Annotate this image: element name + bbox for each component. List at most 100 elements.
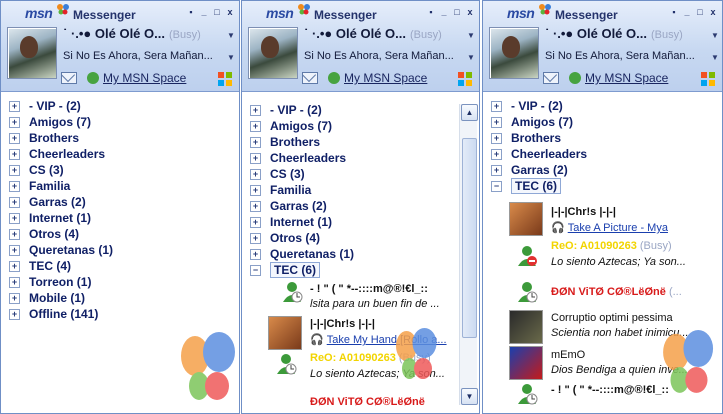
expand-icon[interactable]: + <box>491 100 502 112</box>
group-vip[interactable]: + - VIP - (2) <box>491 98 563 114</box>
display-name[interactable]: ˙ ·.•● Olé Olé O... (Busy) <box>545 26 683 41</box>
group-internet[interactable]: + Internet (1) <box>250 214 332 230</box>
collapse-icon[interactable]: − <box>491 180 502 192</box>
group-cs[interactable]: + CS (3) <box>250 166 305 182</box>
group-familia[interactable]: + Familia <box>9 178 70 194</box>
contact-row[interactable]: ÐØN ViTØ CØ®LëØnë <box>310 396 425 408</box>
group-cheerleaders[interactable]: + Cheerleaders <box>9 146 105 162</box>
expand-icon[interactable]: + <box>9 148 20 160</box>
personal-message[interactable]: Si No Es Ahora, Sera Mañan... <box>63 50 213 62</box>
message-dropdown-icon[interactable]: ▼ <box>467 53 475 62</box>
close-button[interactable]: x <box>465 7 475 17</box>
expand-icon[interactable]: + <box>9 260 20 272</box>
contact-row[interactable]: |-|-|Chr!s |-|-| <box>310 318 375 330</box>
expand-icon[interactable]: + <box>250 168 261 180</box>
expand-icon[interactable]: + <box>9 292 20 304</box>
status-dropdown-icon[interactable]: ▼ <box>711 31 719 40</box>
expand-icon[interactable]: + <box>9 132 20 144</box>
contact-row[interactable]: Corruptio optimi pessima <box>551 312 673 324</box>
maximize-button[interactable]: □ <box>452 7 462 17</box>
expand-icon[interactable]: + <box>9 196 20 208</box>
expand-icon[interactable]: + <box>9 100 20 112</box>
expand-icon[interactable]: + <box>250 232 261 244</box>
minimize-button[interactable]: _ <box>439 7 449 17</box>
expand-icon[interactable]: + <box>9 276 20 288</box>
contact-row[interactable]: mEmO <box>551 349 585 361</box>
group-queretanas[interactable]: + Queretanas (1) <box>9 242 113 258</box>
group-tec-expanded[interactable]: − TEC (6) <box>250 262 320 278</box>
expand-icon[interactable]: + <box>250 216 261 228</box>
expand-icon[interactable]: + <box>9 212 20 224</box>
expand-icon[interactable]: + <box>250 152 261 164</box>
expand-icon[interactable]: + <box>9 164 20 176</box>
scroll-thumb[interactable] <box>462 138 477 338</box>
group-vip[interactable]: + - VIP - (2) <box>250 102 322 118</box>
personal-message[interactable]: Si No Es Ahora, Sera Mañan... <box>545 50 695 62</box>
maximize-button[interactable]: □ <box>695 7 705 17</box>
expand-icon[interactable]: + <box>9 180 20 192</box>
my-space-link[interactable]: My MSN Space <box>569 71 668 85</box>
status-dropdown-icon[interactable]: ▼ <box>227 31 235 40</box>
group-garras[interactable]: + Garras (2) <box>250 198 327 214</box>
expand-icon[interactable]: + <box>250 104 261 116</box>
expand-icon[interactable]: + <box>491 132 502 144</box>
group-cheerleaders[interactable]: + Cheerleaders <box>250 150 346 166</box>
display-name[interactable]: ˙ ·.•● Olé Olé O... (Busy) <box>63 26 201 41</box>
expand-icon[interactable]: + <box>491 164 502 176</box>
expand-icon[interactable]: + <box>9 244 20 256</box>
expand-icon[interactable]: + <box>250 200 261 212</box>
status-dropdown-icon[interactable]: ▼ <box>467 31 475 40</box>
scroll-down-button[interactable]: ▼ <box>461 388 478 405</box>
display-name[interactable]: ˙ ·.•● Olé Olé O... (Busy) <box>304 26 442 41</box>
contact-row[interactable]: |-|-|Chr!s |-|-| <box>551 206 616 218</box>
expand-icon[interactable]: + <box>491 148 502 160</box>
scrollbar[interactable]: ▲ ▼ <box>459 104 478 405</box>
contact-display-picture[interactable] <box>509 346 543 380</box>
contact-row[interactable]: ÐØN ViTØ CØ®LëØnë (... <box>551 286 682 298</box>
group-offline[interactable]: + Offline (141) <box>9 306 98 322</box>
close-button[interactable]: x <box>708 7 718 17</box>
maximize-button[interactable]: □ <box>212 7 222 17</box>
contact-row[interactable]: - ! " ( " *--::::m@®!€l_:: <box>551 384 669 396</box>
group-brothers[interactable]: + Brothers <box>250 134 320 150</box>
message-dropdown-icon[interactable]: ▼ <box>227 53 235 62</box>
menu-button[interactable]: ▪ <box>426 7 436 17</box>
expand-icon[interactable]: + <box>250 248 261 260</box>
group-tec[interactable]: + TEC (4) <box>9 258 71 274</box>
group-tec-expanded[interactable]: − TEC (6) <box>491 178 561 194</box>
contact-display-picture[interactable] <box>509 202 543 236</box>
expand-icon[interactable]: + <box>250 184 261 196</box>
windows-flag-icon[interactable] <box>700 71 716 87</box>
contact-display-picture[interactable] <box>509 310 543 344</box>
group-queretanas[interactable]: + Queretanas (1) <box>250 246 354 262</box>
expand-icon[interactable]: + <box>9 308 20 320</box>
group-cheerleaders[interactable]: + Cheerleaders <box>491 146 587 162</box>
my-space-link[interactable]: My MSN Space <box>328 71 427 85</box>
group-torreon[interactable]: + Torreon (1) <box>9 274 91 290</box>
group-otros[interactable]: + Otros (4) <box>9 226 79 242</box>
group-brothers[interactable]: + Brothers <box>9 130 79 146</box>
group-otros[interactable]: + Otros (4) <box>250 230 320 246</box>
mail-icon[interactable] <box>61 72 77 84</box>
expand-icon[interactable]: + <box>250 120 261 132</box>
group-internet[interactable]: + Internet (1) <box>9 210 91 226</box>
group-mobile[interactable]: + Mobile (1) <box>9 290 85 306</box>
expand-icon[interactable]: + <box>250 136 261 148</box>
group-cs[interactable]: + CS (3) <box>9 162 64 178</box>
group-amigos[interactable]: + Amigos (7) <box>250 118 332 134</box>
group-amigos[interactable]: + Amigos (7) <box>491 114 573 130</box>
minimize-button[interactable]: _ <box>199 7 209 17</box>
contact-row[interactable]: ReO: A01090263 (Busy) <box>551 240 672 252</box>
menu-button[interactable]: ▪ <box>186 7 196 17</box>
expand-icon[interactable]: + <box>9 116 20 128</box>
group-garras[interactable]: + Garras (2) <box>9 194 86 210</box>
contact-now-playing[interactable]: 🎧 Take A Picture - Mya <box>551 221 668 234</box>
my-space-link[interactable]: My MSN Space <box>87 71 186 85</box>
collapse-icon[interactable]: − <box>250 264 261 276</box>
menu-button[interactable]: ▪ <box>669 7 679 17</box>
windows-flag-icon[interactable] <box>457 71 473 87</box>
contact-row[interactable]: - ! " ( " *--::::m@®!€l_:: <box>310 283 428 295</box>
contact-display-picture[interactable] <box>268 316 302 350</box>
scroll-up-button[interactable]: ▲ <box>461 104 478 121</box>
group-familia[interactable]: + Familia <box>250 182 311 198</box>
